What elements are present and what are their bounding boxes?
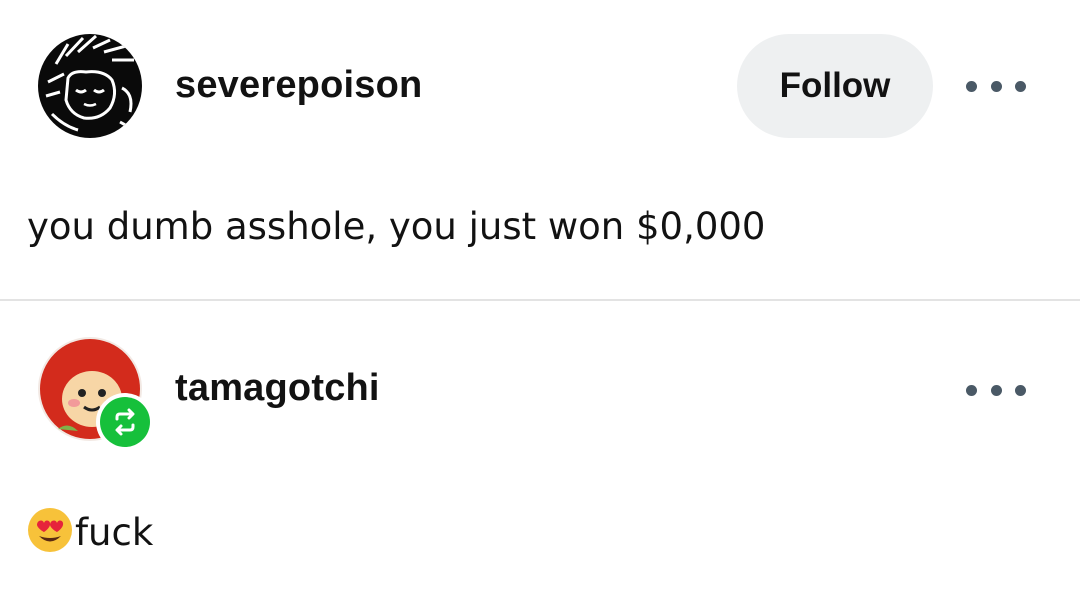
sketch-face-icon	[38, 34, 142, 138]
more-dot	[1015, 384, 1026, 396]
more-dots-icon	[966, 384, 977, 396]
more-options-button[interactable]	[966, 375, 1026, 405]
reblog-icon	[115, 408, 135, 436]
post-username[interactable]: severepoison	[175, 64, 422, 107]
follow-button[interactable]: Follow	[737, 34, 933, 138]
more-dot	[1015, 80, 1026, 92]
post-original: severepoison Follow you dumb asshole, yo…	[0, 0, 1080, 300]
post-username[interactable]: tamagotchi	[175, 367, 380, 410]
more-dots-icon	[966, 80, 977, 92]
more-dot	[990, 80, 1002, 92]
post-body-text: you dumb asshole, you just won $0,000	[27, 205, 766, 248]
more-options-button[interactable]	[966, 71, 1026, 101]
heart-eyes-emoji-icon	[28, 508, 72, 552]
more-dot	[990, 384, 1002, 396]
avatar-severepoison[interactable]	[38, 34, 142, 138]
post-reblog: tamagotchi fuck	[0, 301, 1080, 598]
post-body-text: fuck	[75, 511, 154, 554]
reblog-badge	[96, 393, 154, 451]
post-body: fuck	[27, 507, 153, 554]
